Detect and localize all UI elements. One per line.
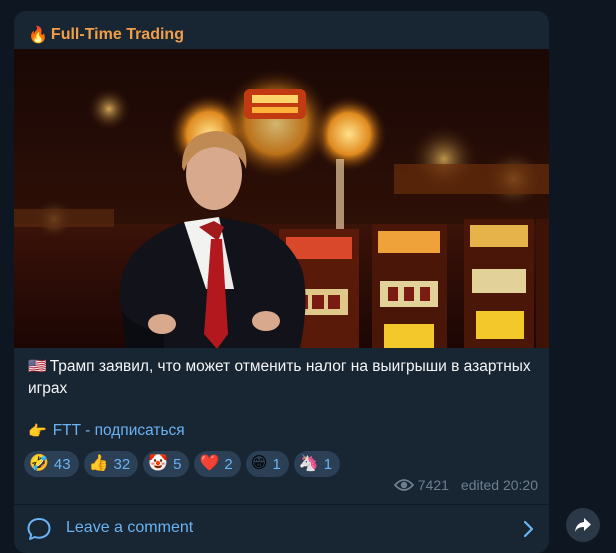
reaction-count: 5 bbox=[173, 455, 182, 473]
heart-icon: ❤️ bbox=[199, 455, 220, 472]
leave-comment-button[interactable]: Leave a comment bbox=[14, 505, 549, 553]
reaction-count: 1 bbox=[272, 455, 281, 473]
thumbs-up-icon: 👍 bbox=[88, 455, 109, 472]
pointing-hand-icon: 👉 bbox=[28, 423, 47, 440]
subscribe-line: 👉 FTT - подписаться bbox=[28, 422, 185, 440]
edited-time: edited 20:20 bbox=[460, 477, 538, 493]
us-flag-icon: 🇺🇸 bbox=[28, 358, 47, 375]
unicorn-icon: 🦄 bbox=[298, 455, 319, 472]
reaction-unicorn[interactable]: 🦄 1 bbox=[293, 451, 341, 477]
reaction-count: 43 bbox=[53, 455, 71, 473]
reaction-clown[interactable]: 🤡 5 bbox=[143, 451, 190, 477]
reactions-bar: 🤣 43 👍 32 🤡 5 ❤️ 2 😁 1 🦄 1 bbox=[24, 451, 341, 477]
grin-icon: 😁 bbox=[250, 455, 268, 472]
leave-comment-label: Leave a comment bbox=[66, 519, 194, 536]
chevron-right-icon bbox=[523, 520, 534, 538]
reaction-count: 2 bbox=[224, 455, 233, 473]
post-text-body: Трамп заявил, что может отменить налог н… bbox=[28, 358, 531, 397]
post-meta: 7421 edited 20:20 bbox=[393, 477, 538, 493]
post-photo[interactable] bbox=[14, 49, 549, 348]
fire-icon: 🔥 bbox=[28, 27, 48, 44]
forward-arrow-icon bbox=[575, 518, 591, 532]
reaction-thumbs-up[interactable]: 👍 32 bbox=[83, 451, 139, 477]
comment-bubble-icon bbox=[27, 518, 51, 540]
clown-icon: 🤡 bbox=[148, 455, 169, 472]
channel-name[interactable]: 🔥 Full-Time Trading bbox=[28, 24, 184, 46]
rofl-icon: 🤣 bbox=[29, 455, 49, 472]
slot-machines bbox=[279, 219, 549, 348]
reaction-count: 1 bbox=[323, 455, 333, 473]
post-text: 🇺🇸 Трамп заявил, что может отменить налог… bbox=[28, 356, 538, 400]
reaction-heart[interactable]: ❤️ 2 bbox=[194, 451, 241, 477]
channel-name-label: Full-Time Trading bbox=[50, 26, 184, 43]
subscribe-link[interactable]: FTT - подписаться bbox=[53, 422, 185, 440]
forward-button[interactable] bbox=[566, 508, 600, 542]
channel-post: 🔥 Full-Time Trading 🇺🇸 Трамп заявил, что… bbox=[14, 11, 549, 553]
view-count: 7421 bbox=[417, 477, 449, 493]
reaction-count: 32 bbox=[113, 455, 131, 473]
reaction-grin[interactable]: 😁 1 bbox=[245, 451, 289, 477]
eye-icon bbox=[393, 479, 414, 491]
reaction-rofl[interactable]: 🤣 43 bbox=[24, 451, 79, 477]
